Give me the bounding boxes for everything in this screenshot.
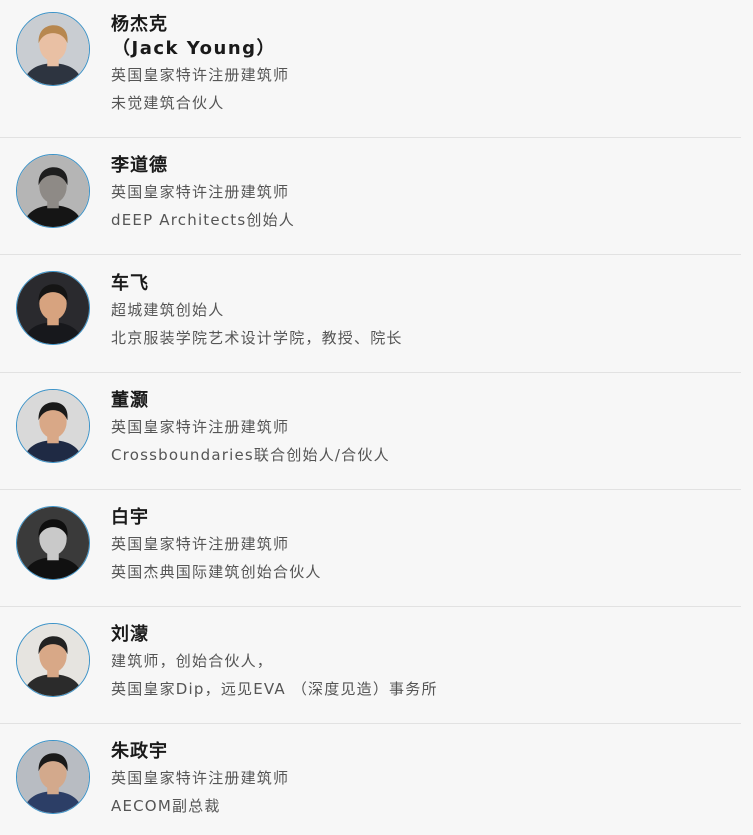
person-role: 英国皇家Dip，远见EVA （深度见造）事务所 bbox=[111, 680, 438, 698]
person-info: 刘濛 建筑师，创始合伙人， 英国皇家Dip，远见EVA （深度见造）事务所 bbox=[111, 623, 741, 703]
avatar bbox=[16, 154, 90, 228]
person-title: 超城建筑创始人 bbox=[111, 301, 225, 319]
person-title: 英国皇家特许注册建筑师 bbox=[111, 418, 290, 436]
architect-list: 杨杰克 （Jack Young） 英国皇家特许注册建筑师 未觉建筑合伙人 李道德… bbox=[0, 0, 753, 835]
person-name: 车飞 bbox=[111, 273, 149, 294]
portrait-photo bbox=[17, 390, 89, 462]
portrait-photo bbox=[17, 155, 89, 227]
person-info: 朱政宇 英国皇家特许注册建筑师 AECOM副总裁 bbox=[111, 740, 741, 820]
avatar bbox=[16, 623, 90, 697]
person-role: 未觉建筑合伙人 bbox=[111, 94, 225, 112]
person-role: dEEP Architects创始人 bbox=[111, 211, 295, 229]
person-card: 董灏 英国皇家特许注册建筑师 Crossboundaries联合创始人/合伙人 bbox=[0, 373, 741, 490]
person-name: 刘濛 bbox=[111, 624, 149, 645]
portrait-photo bbox=[17, 507, 89, 579]
person-role: Crossboundaries联合创始人/合伙人 bbox=[111, 446, 390, 464]
person-info: 李道德 英国皇家特许注册建筑师 dEEP Architects创始人 bbox=[111, 154, 741, 234]
person-name: 董灏 bbox=[111, 390, 149, 411]
avatar bbox=[16, 389, 90, 463]
portrait-photo bbox=[17, 741, 89, 813]
portrait-photo bbox=[17, 13, 89, 85]
person-title: 英国皇家特许注册建筑师 bbox=[111, 769, 290, 787]
person-card: 李道德 英国皇家特许注册建筑师 dEEP Architects创始人 bbox=[0, 138, 741, 255]
person-role: 北京服装学院艺术设计学院，教授、院长 bbox=[111, 329, 403, 347]
person-card: 朱政宇 英国皇家特许注册建筑师 AECOM副总裁 bbox=[0, 724, 741, 835]
person-role: 英国杰典国际建筑创始合伙人 bbox=[111, 563, 322, 581]
person-title: 英国皇家特许注册建筑师 bbox=[111, 535, 290, 553]
person-title: 英国皇家特许注册建筑师 bbox=[111, 66, 290, 84]
person-info: 白宇 英国皇家特许注册建筑师 英国杰典国际建筑创始合伙人 bbox=[111, 506, 741, 586]
person-info: 董灏 英国皇家特许注册建筑师 Crossboundaries联合创始人/合伙人 bbox=[111, 389, 741, 469]
avatar bbox=[16, 740, 90, 814]
person-info: 杨杰克 （Jack Young） 英国皇家特许注册建筑师 未觉建筑合伙人 bbox=[111, 13, 741, 117]
person-title: 英国皇家特许注册建筑师 bbox=[111, 183, 290, 201]
person-role: AECOM副总裁 bbox=[111, 797, 221, 815]
person-card: 杨杰克 （Jack Young） 英国皇家特许注册建筑师 未觉建筑合伙人 bbox=[0, 0, 741, 138]
person-alt-name: （Jack Young） bbox=[112, 38, 277, 59]
avatar bbox=[16, 506, 90, 580]
portrait-photo bbox=[17, 272, 89, 344]
person-title: 建筑师，创始合伙人， bbox=[111, 652, 274, 670]
avatar bbox=[16, 271, 90, 345]
person-name: 杨杰克 bbox=[111, 14, 168, 35]
person-name: 李道德 bbox=[111, 155, 168, 176]
person-name: 朱政宇 bbox=[111, 741, 168, 762]
portrait-photo bbox=[17, 624, 89, 696]
person-info: 车飞 超城建筑创始人 北京服装学院艺术设计学院，教授、院长 bbox=[111, 272, 741, 352]
person-name: 白宇 bbox=[111, 507, 149, 528]
person-card: 车飞 超城建筑创始人 北京服装学院艺术设计学院，教授、院长 bbox=[0, 255, 741, 373]
person-card: 刘濛 建筑师，创始合伙人， 英国皇家Dip，远见EVA （深度见造）事务所 bbox=[0, 607, 741, 724]
avatar bbox=[16, 12, 90, 86]
person-card: 白宇 英国皇家特许注册建筑师 英国杰典国际建筑创始合伙人 bbox=[0, 490, 741, 607]
